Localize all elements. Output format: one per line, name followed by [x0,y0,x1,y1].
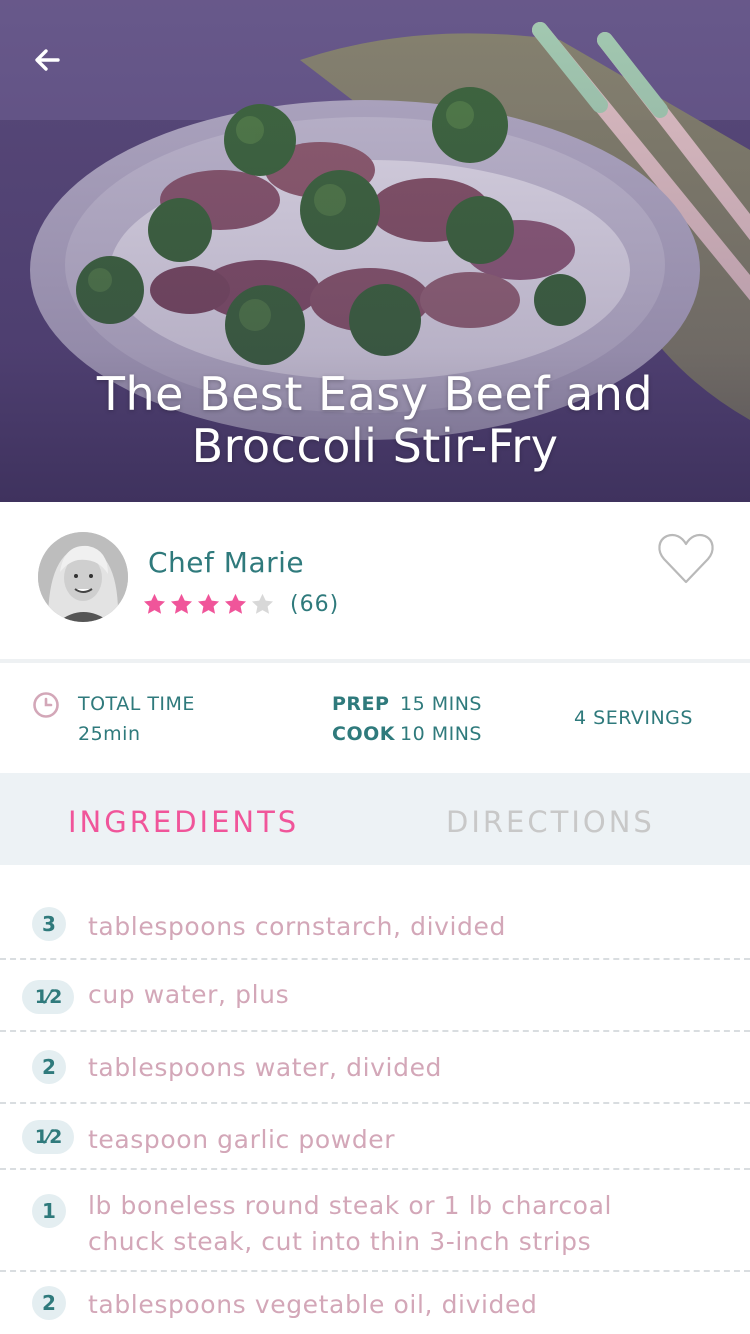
star-filled-icon [143,593,166,614]
total-time-value: 25min [78,723,141,745]
arrow-left-icon[interactable] [28,40,68,80]
list-item[interactable]: 3 tablespoons cornstarch, divided [0,865,750,960]
quantity-badge: 2 [32,1286,66,1320]
tab-bar: INGREDIENTS DIRECTIONS [0,773,750,865]
hero-image: The Best Easy Beef and Broccoli Stir-Fry [0,0,750,502]
list-item[interactable]: 1 lb boneless round steak or 1 lb charco… [0,1170,750,1272]
star-empty-icon [251,593,274,614]
ingredient-text: tablespoons vegetable oil, divided [88,1290,538,1319]
quantity-badge: 2 [32,1050,66,1084]
ingredient-text: tablespoons water, divided [88,1053,443,1082]
quantity-badge: 1⁄2 [22,980,74,1014]
timing-section: TOTAL TIME 25min PREP 15 MINS COOK 10 MI… [0,663,750,773]
cook-value: 10 MINS [400,723,482,745]
avatar[interactable] [38,532,128,622]
ingredient-text: teaspoon garlic powder [88,1125,396,1154]
star-filled-icon [170,593,193,614]
ingredient-text: lb boneless round steak or 1 lb charcoal… [88,1191,613,1256]
chef-portrait [38,532,128,622]
prep-label: PREP [332,693,390,715]
quantity-badge: 1 [32,1194,66,1228]
chef-name[interactable]: Chef Marie [148,546,304,579]
heart-outline-icon[interactable] [656,528,716,588]
star-filled-icon [197,593,220,614]
list-item[interactable]: 2 tablespoons water, divided [0,1032,750,1104]
cook-label: COOK [332,723,395,745]
tab-ingredients[interactable]: INGREDIENTS [68,805,299,839]
list-item[interactable]: 2 tablespoons vegetable oil, divided [0,1272,750,1334]
list-item[interactable]: 1⁄2 teaspoon garlic powder [0,1104,750,1170]
ingredient-text: cup water, plus [88,980,290,1009]
star-filled-icon [224,593,247,614]
ingredient-text: tablespoons cornstarch, divided [88,912,506,941]
recipe-title: The Best Easy Beef and Broccoli Stir-Fry [96,367,654,473]
prep-value: 15 MINS [400,693,482,715]
review-count[interactable]: (66) [290,592,339,617]
quantity-badge: 1⁄2 [22,1120,74,1154]
quantity-badge: 3 [32,907,66,941]
list-item[interactable]: 1⁄2 cup water, plus [0,960,750,1032]
tab-directions[interactable]: DIRECTIONS [446,805,655,839]
chef-section: Chef Marie (66) [0,502,750,660]
clock-icon [33,692,59,718]
total-time-label: TOTAL TIME [78,693,195,715]
rating-stars [142,590,275,618]
servings: 4 SERVINGS [574,707,693,729]
